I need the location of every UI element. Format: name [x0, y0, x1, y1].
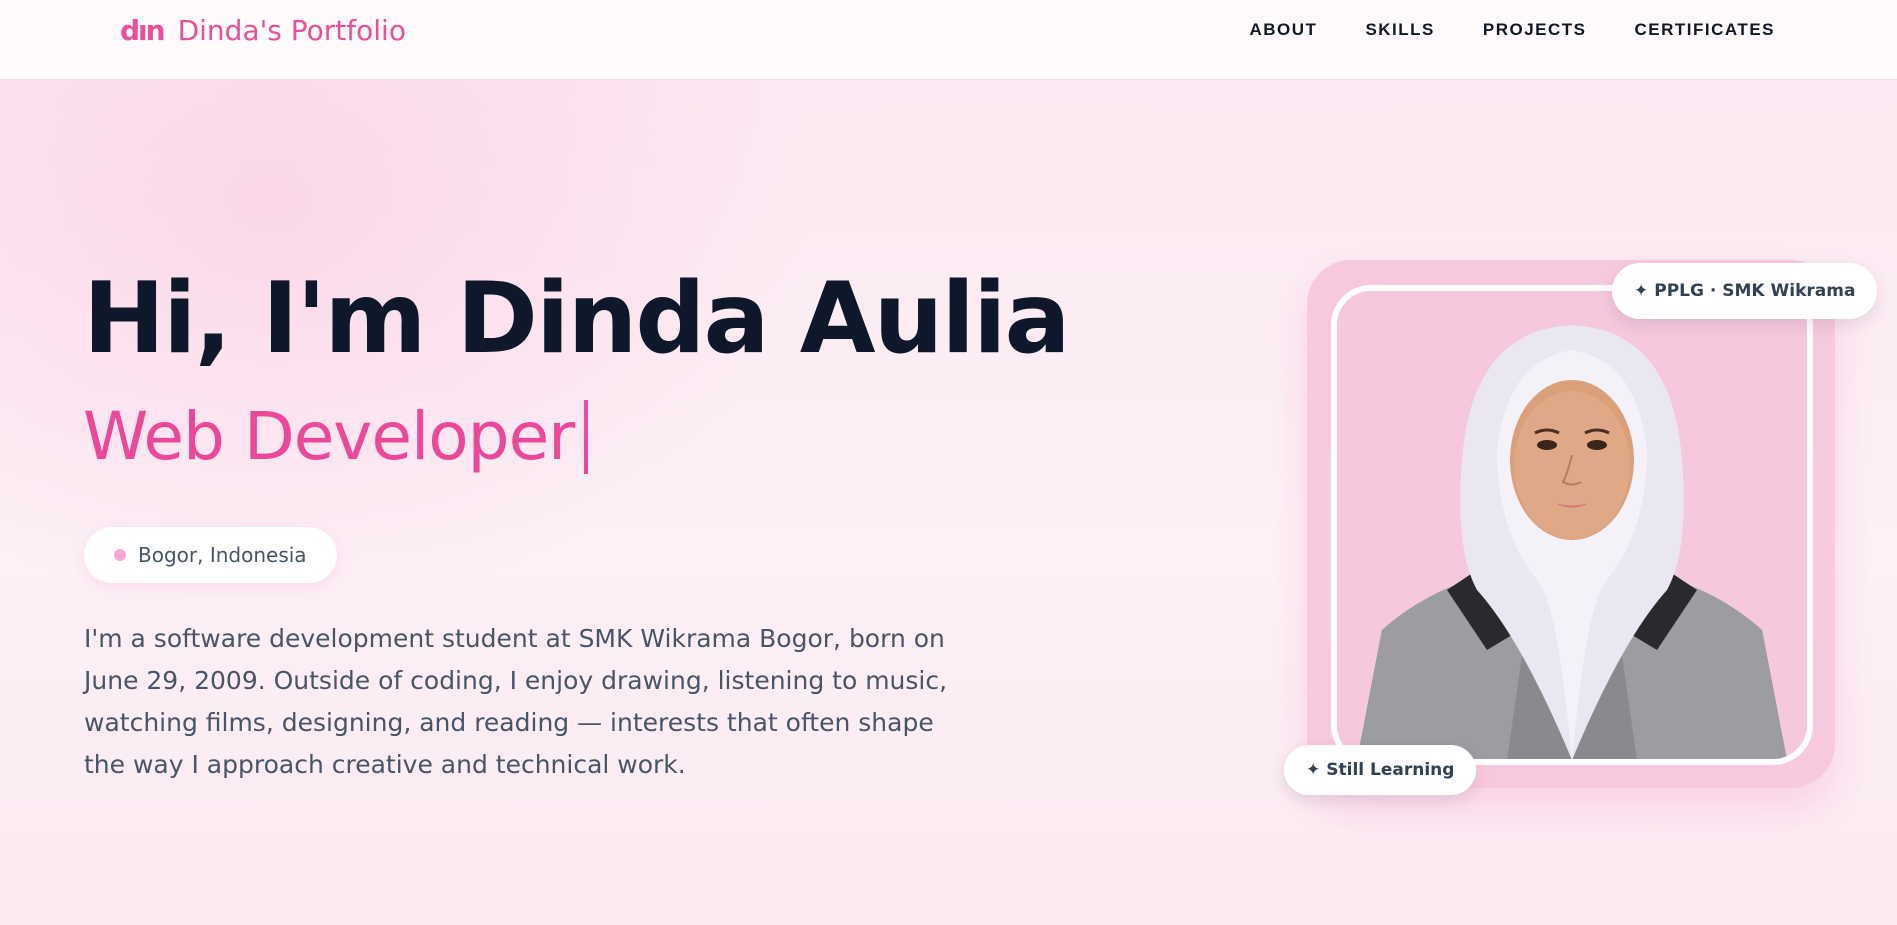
sparkle-icon: ✦: [1306, 760, 1321, 780]
hero-greeting: Hi, I'm Dinda Aulia: [83, 262, 1071, 376]
typing-cursor: [584, 399, 589, 474]
role-text: Web Developer: [83, 398, 575, 475]
bio-paragraph: I'm a software development student at SM…: [84, 624, 948, 779]
sparkle-icon: ✦: [1634, 281, 1649, 301]
school-badge-text: PPLG · SMK Wikrama: [1654, 281, 1856, 301]
logo-mark-icon: dın: [120, 14, 166, 47]
hero-role: Web Developer: [83, 398, 589, 475]
nav-link-projects[interactable]: PROJECTS: [1483, 20, 1587, 40]
location-dot-icon: [114, 549, 126, 561]
background-glow: [0, 80, 900, 680]
top-navbar: dın Dinda's Portfolio ABOUT SKILLS PROJE…: [0, 0, 1897, 80]
profile-photo: [1331, 285, 1813, 765]
school-badge: ✦ PPLG · SMK Wikrama: [1612, 263, 1878, 319]
nav-link-skills[interactable]: SKILLS: [1365, 20, 1434, 40]
profile-photo-illustration: [1337, 291, 1807, 759]
location-text: Bogor, Indonesia: [138, 543, 307, 567]
still-learning-text: Still Learning: [1326, 760, 1455, 780]
nav-links: ABOUT SKILLS PROJECTS CERTIFICATES: [1249, 20, 1775, 40]
brand-name: Dinda's Portfolio: [177, 14, 406, 47]
nav-link-certificates[interactable]: CERTIFICATES: [1635, 20, 1775, 40]
location-badge: Bogor, Indonesia: [84, 527, 337, 583]
nav-link-about[interactable]: ABOUT: [1249, 20, 1317, 40]
still-learning-badge: ✦ Still Learning: [1284, 745, 1477, 795]
brand-logo-link[interactable]: dın Dinda's Portfolio: [120, 14, 406, 47]
